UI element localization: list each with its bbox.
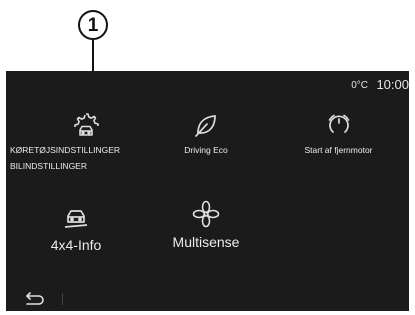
tile-driving-eco[interactable]: Driving Eco (156, 111, 256, 155)
tile-multisense[interactable]: Multisense (156, 199, 256, 250)
bottom-bar (6, 287, 409, 311)
clock: 10:00 (376, 77, 409, 92)
tile-vehicle-settings-label-1: KØRETØJSINDSTILLINGER (10, 145, 121, 155)
tile-remote-start[interactable]: Start af fjernmotor (276, 111, 401, 155)
tile-remote-start-label: Start af fjernmotor (304, 145, 373, 155)
callout-number-1: 1 (78, 10, 108, 40)
outside-temperature: 0°C (351, 80, 368, 91)
gear-car-icon (74, 113, 99, 136)
tile-multisense-label: Multisense (172, 234, 240, 250)
tile-4x4-info[interactable]: 4x4-Info (36, 204, 116, 253)
infotainment-screen: 0°C 10:00 KØRETØJSINDSTILLINGER BILINDST… (6, 71, 409, 311)
tile-vehicle-settings-label-2: BILINDSTILLINGER (10, 161, 87, 171)
multisense-flower-icon (192, 200, 220, 228)
4x4-car-icon (64, 210, 88, 228)
tile-driving-eco-label: Driving Eco (184, 145, 228, 155)
bottom-bar-divider (62, 293, 63, 305)
tile-4x4-info-label: 4x4-Info (50, 237, 102, 253)
leaf-icon (195, 115, 216, 137)
back-arrow-icon[interactable] (22, 292, 44, 306)
status-bar: 0°C 10:00 (351, 76, 409, 94)
tile-vehicle-settings[interactable]: KØRETØJSINDSTILLINGER BILINDSTILLINGER (6, 111, 166, 171)
remote-start-icon (328, 114, 349, 133)
